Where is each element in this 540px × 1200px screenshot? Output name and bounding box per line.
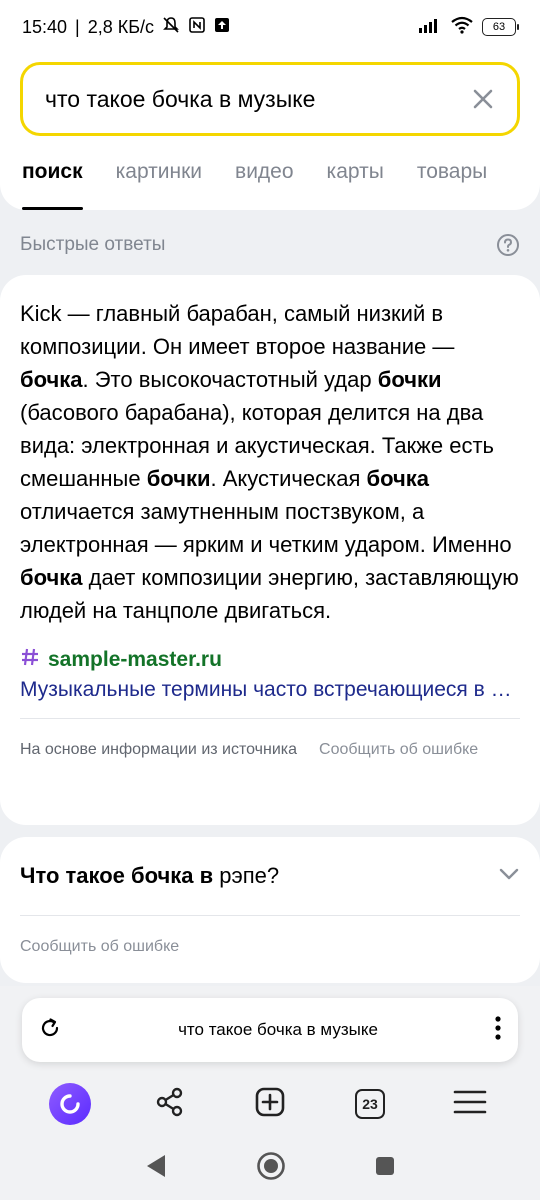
quick-answers-title: Быстрые ответы (20, 234, 166, 255)
question-rest: рэпе? (213, 863, 280, 888)
search-header: что такое бочка в музыке поиск картинки … (0, 54, 540, 210)
source-row[interactable]: sample-master.ru (20, 647, 520, 672)
menu-icon (453, 1089, 487, 1120)
status-time: 15:40 (22, 16, 68, 37)
tabs-button[interactable]: 23 (348, 1082, 392, 1126)
alice-icon (49, 1083, 91, 1125)
report-error-link[interactable]: Сообщить об ошибке (319, 741, 478, 759)
tab-products[interactable]: товары (417, 154, 487, 210)
source-title-link[interactable]: Музыкальные термины часто встречающиеся … (20, 678, 520, 702)
chevron-down-icon[interactable] (498, 867, 520, 886)
recents-icon[interactable] (374, 1155, 396, 1182)
tab-maps[interactable]: карты (327, 154, 384, 210)
help-icon[interactable] (496, 233, 520, 257)
answer-footer: На основе информации из источника Сообщи… (20, 741, 520, 759)
signal-icon (418, 17, 442, 38)
wifi-icon (450, 16, 474, 39)
tab-images[interactable]: картинки (116, 154, 202, 210)
question-bold: Что такое бочка в (20, 863, 214, 888)
divider (20, 915, 520, 916)
divider (20, 718, 520, 719)
omnibox-text[interactable]: что такое бочка в музыке (62, 1020, 494, 1040)
search-tabs: поиск картинки видео карты товары (0, 154, 540, 210)
reload-icon[interactable] (38, 1016, 62, 1045)
related-question[interactable]: Что такое бочка в рэпе? (20, 837, 520, 915)
based-on-label[interactable]: На основе информации из источника (20, 741, 297, 759)
battery-icon: 63 (482, 18, 519, 36)
tabs-count: 23 (355, 1089, 385, 1119)
mute-icon (162, 16, 180, 39)
tab-search[interactable]: поиск (22, 154, 83, 210)
report-error-link[interactable]: Сообщить об ошибке (20, 938, 520, 956)
search-query[interactable]: что такое бочка в музыке (45, 86, 469, 113)
home-icon[interactable] (256, 1151, 286, 1186)
tab-video[interactable]: видео (235, 154, 294, 210)
answer-text: Kick — главный барабан, самый низкий в к… (20, 301, 519, 623)
system-navbar (0, 1146, 540, 1190)
close-icon[interactable] (469, 85, 497, 113)
browser-bottom-panel: что такое бочка в музыке 23 (0, 986, 540, 1200)
upload-icon (214, 17, 230, 38)
omnibox[interactable]: что такое бочка в музыке (22, 998, 518, 1062)
share-button[interactable] (148, 1082, 192, 1126)
related-question-card: Что такое бочка в рэпе? Сообщить об ошиб… (0, 837, 540, 983)
browser-toolbar: 23 (0, 1082, 540, 1126)
site-favicon-icon (20, 647, 40, 672)
share-icon (154, 1086, 186, 1123)
quick-answers-header: Быстрые ответы (0, 222, 540, 268)
alice-button[interactable] (48, 1082, 92, 1126)
more-vertical-icon[interactable] (494, 1015, 502, 1046)
status-bar: 15:40 | 2,8 КБ/с 63 (0, 0, 540, 54)
nfc-icon (188, 16, 206, 39)
search-input[interactable]: что такое бочка в музыке (20, 62, 520, 136)
quick-answer-card: Kick — главный барабан, самый низкий в к… (0, 275, 540, 825)
plus-icon (254, 1086, 286, 1123)
back-icon[interactable] (144, 1153, 168, 1184)
new-tab-button[interactable] (248, 1082, 292, 1126)
network-speed: 2,8 КБ/с (87, 16, 155, 37)
source-domain[interactable]: sample-master.ru (48, 648, 222, 672)
menu-button[interactable] (448, 1082, 492, 1126)
